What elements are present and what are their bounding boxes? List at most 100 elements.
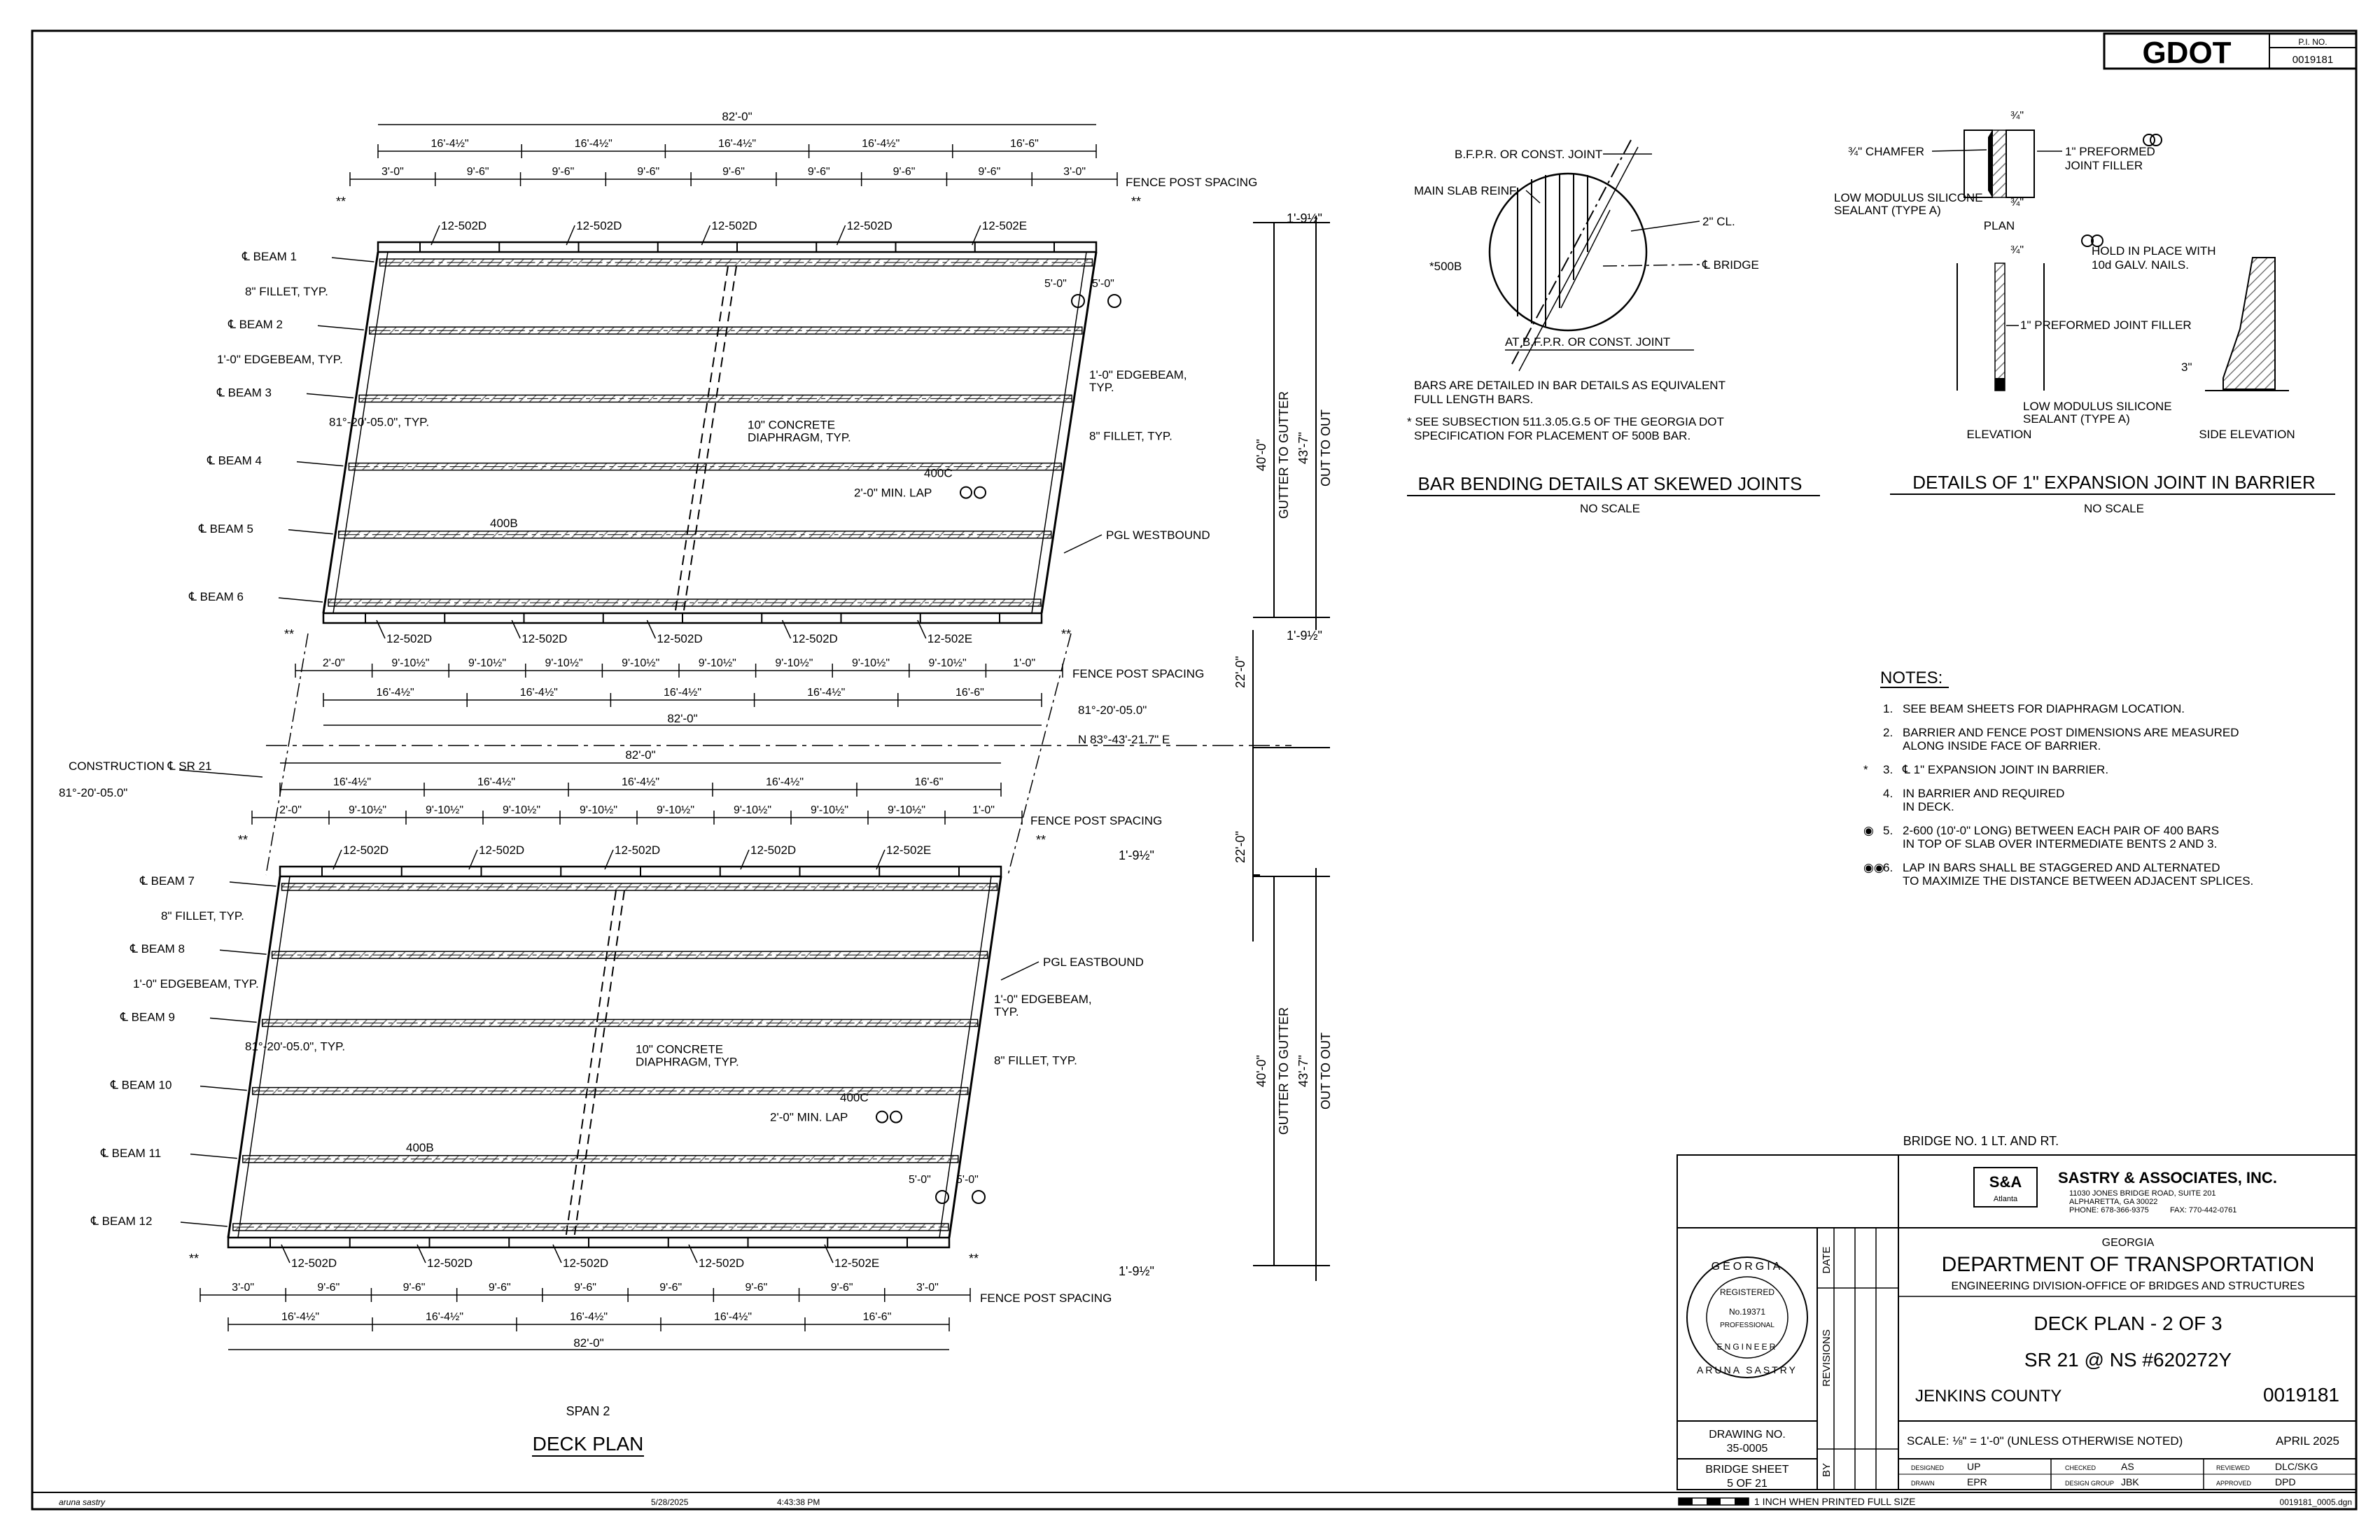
dimension-label: 9'-10½" [468, 657, 506, 669]
edgebeam-callout: 1'-0" EDGEBEAM, [1089, 368, 1187, 382]
bar-mark-label: 12-502E [982, 219, 1027, 232]
note-number: 2. [1883, 726, 1893, 739]
svg-text:GEORGIA: GEORGIA [2102, 1237, 2155, 1249]
svg-text:PLAN: PLAN [1984, 219, 2015, 232]
svg-text:22'-0": 22'-0" [1233, 831, 1247, 863]
dimension-label: 16'-6" [915, 776, 944, 788]
svg-text:FULL LENGTH BARS.: FULL LENGTH BARS. [1414, 393, 1533, 406]
svg-text:DRAWN: DRAWN [1911, 1480, 1935, 1487]
beam-label: ℄ BEAM 7 [139, 874, 195, 888]
dimension-label: 9'-6" [317, 1282, 340, 1294]
note-text: 2-600 (10'-0" LONG) BETWEEN EACH PAIR OF… [1903, 824, 2219, 837]
svg-text:DATE: DATE [1821, 1247, 1833, 1274]
bar-mark-label: 12-502D [711, 219, 757, 232]
note-number: 5. [1883, 824, 1893, 837]
bar-mark-label: 12-502D [479, 844, 524, 857]
bridge-sheet-number: 5 OF 21 [1727, 1478, 1768, 1490]
svg-text:DESIGNED: DESIGNED [1911, 1464, 1945, 1471]
star-mark: ** [969, 1252, 979, 1266]
diaphragm-callout: 10" CONCRETE [748, 418, 835, 431]
dimension-label: 5'-0" [956, 1174, 979, 1186]
svg-text:43'-7": 43'-7" [1296, 1055, 1310, 1087]
svg-text:GEORGIA: GEORGIA [1712, 1261, 1784, 1273]
dimension-label: 9'-6" [808, 166, 830, 178]
svg-text:1'-9½": 1'-9½" [1287, 629, 1322, 643]
svg-text:40'-0": 40'-0" [1254, 1055, 1268, 1087]
svg-text:JBK: JBK [2121, 1476, 2139, 1488]
fillet-callout: 8" FILLET, TYP. [1089, 429, 1172, 442]
dimension-label: 9'-10½" [503, 804, 540, 816]
dimension-label: 9'-10½" [657, 804, 694, 816]
dimension-label: 9'-6" [831, 1282, 853, 1294]
beam-label: ℄ BEAM 4 [206, 454, 262, 468]
bar-mark-label: 12-502E [834, 1256, 879, 1270]
svg-text:aruna sastry: aruna sastry [59, 1497, 106, 1507]
svg-text:DPD: DPD [2275, 1476, 2296, 1488]
svg-text:REVIEWED: REVIEWED [2216, 1464, 2250, 1471]
dimension-label: 9'-10½" [545, 657, 583, 669]
bar-mark-label: 12-502D [386, 632, 432, 645]
svg-text:PROFESSIONAL: PROFESSIONAL [1720, 1322, 1774, 1329]
note-item: ◉◉6. LAP IN BARS SHALL BE STAGGERED AND A… [1863, 861, 2253, 888]
svg-text:1" PREFORMED JOINT FILLER: 1" PREFORMED JOINT FILLER [2020, 318, 2192, 332]
svg-text:CHECKED: CHECKED [2065, 1464, 2096, 1471]
firm-logo: S&A [1989, 1173, 2022, 1191]
svg-text:ENGINEERING DIVISION-OFFICE OF: ENGINEERING DIVISION-OFFICE OF BRIDGES A… [1952, 1280, 2305, 1292]
firm-name: SASTRY & ASSOCIATES, INC. [2058, 1169, 2277, 1186]
dimension-label: 9'-6" [403, 1282, 426, 1294]
dimension-label: 16'-4½" [520, 687, 558, 699]
bar-400b-label: 400B [490, 517, 518, 530]
note-symbol: ◉ [1863, 824, 1874, 837]
pgl-label: PGL WESTBOUND [1106, 528, 1210, 542]
beam-label: ℄ BEAM 12 [90, 1214, 152, 1228]
dimension-label: 9'-6" [659, 1282, 682, 1294]
svg-text:NO SCALE: NO SCALE [2084, 502, 2144, 515]
svg-text:¾": ¾" [2010, 244, 2024, 256]
diaphragm-callout: 10" CONCRETE [636, 1042, 723, 1056]
fence-post-callout: FENCE POST SPACING [980, 1292, 1112, 1305]
note-number: 1. [1883, 702, 1893, 715]
beam-label: ℄ BEAM 10 [110, 1079, 172, 1092]
span-label: SPAN 2 [566, 1404, 610, 1418]
svg-text:1'-9½": 1'-9½" [1119, 848, 1154, 862]
svg-text:N 83°-43'-21.7" E: N 83°-43'-21.7" E [1078, 733, 1170, 746]
skew-callout: 81°-20'-05.0", TYP. [329, 415, 429, 428]
svg-text:SPECIFICATION FOR PLACEMENT OF: SPECIFICATION FOR PLACEMENT OF 500B BAR. [1414, 429, 1690, 442]
note-item: 1. SEE BEAM SHEETS FOR DIAPHRAGM LOCATION… [1883, 702, 2185, 715]
svg-text:ENGINEER: ENGINEER [1717, 1342, 1778, 1352]
star-mark: ** [1036, 833, 1046, 847]
project-number: 0019181 [2263, 1384, 2339, 1406]
svg-text:LOW MODULUS SILICONE: LOW MODULUS SILICONE [1834, 191, 1983, 204]
fillet-callout: 8" FILLET, TYP. [245, 285, 328, 298]
dimension-label: 1'-0" [1013, 657, 1035, 669]
dimension-label: 16'-4½" [575, 138, 612, 150]
svg-text:DESIGN GROUP: DESIGN GROUP [2065, 1480, 2114, 1487]
dimension-label: 9'-10½" [426, 804, 463, 816]
bar-bending-title: BAR BENDING DETAILS AT SKEWED JOINTS [1418, 473, 1802, 494]
svg-text:DLC/SKG: DLC/SKG [2275, 1461, 2318, 1472]
dimension-label: 9'-10½" [734, 804, 771, 816]
note-text: IN BARRIER AND REQUIRED [1903, 787, 2064, 800]
svg-text:1'-9½": 1'-9½" [1287, 211, 1322, 225]
star-mark: ** [189, 1252, 199, 1266]
svg-text:SIDE ELEVATION: SIDE ELEVATION [2199, 428, 2295, 441]
note-symbol: * [1863, 763, 1868, 776]
overall-width-label: 82'-0" [573, 1336, 603, 1350]
beam-label: ℄ BEAM 8 [130, 942, 185, 955]
note-symbol: ◉◉ [1863, 861, 1884, 874]
dimension-label: 16'-6" [863, 1311, 892, 1323]
bar-mark-label: 12-502D [699, 1256, 744, 1270]
dimension-label: 16'-4½" [664, 687, 701, 699]
deck-plan-title: DECK PLAN [533, 1433, 644, 1455]
bar-mark-label: 12-502E [886, 844, 931, 857]
svg-text:LOW MODULUS SILICONE: LOW MODULUS SILICONE [2023, 400, 2172, 413]
dimension-label: 5'-0" [909, 1174, 931, 1186]
svg-text:0019181_0005.dgn: 0019181_0005.dgn [2280, 1497, 2352, 1507]
dimension-label: 1'-0" [972, 804, 995, 816]
dimension-label: 9'-6" [978, 166, 1000, 178]
dimension-label: 16'-4½" [281, 1311, 319, 1323]
dimension-label: 3'-0" [1063, 166, 1086, 178]
dimension-label: 9'-10½" [888, 804, 925, 816]
pi-label: P.I. NO. [2298, 37, 2327, 47]
svg-text:FAX: 770-442-0761: FAX: 770-442-0761 [2170, 1206, 2236, 1214]
